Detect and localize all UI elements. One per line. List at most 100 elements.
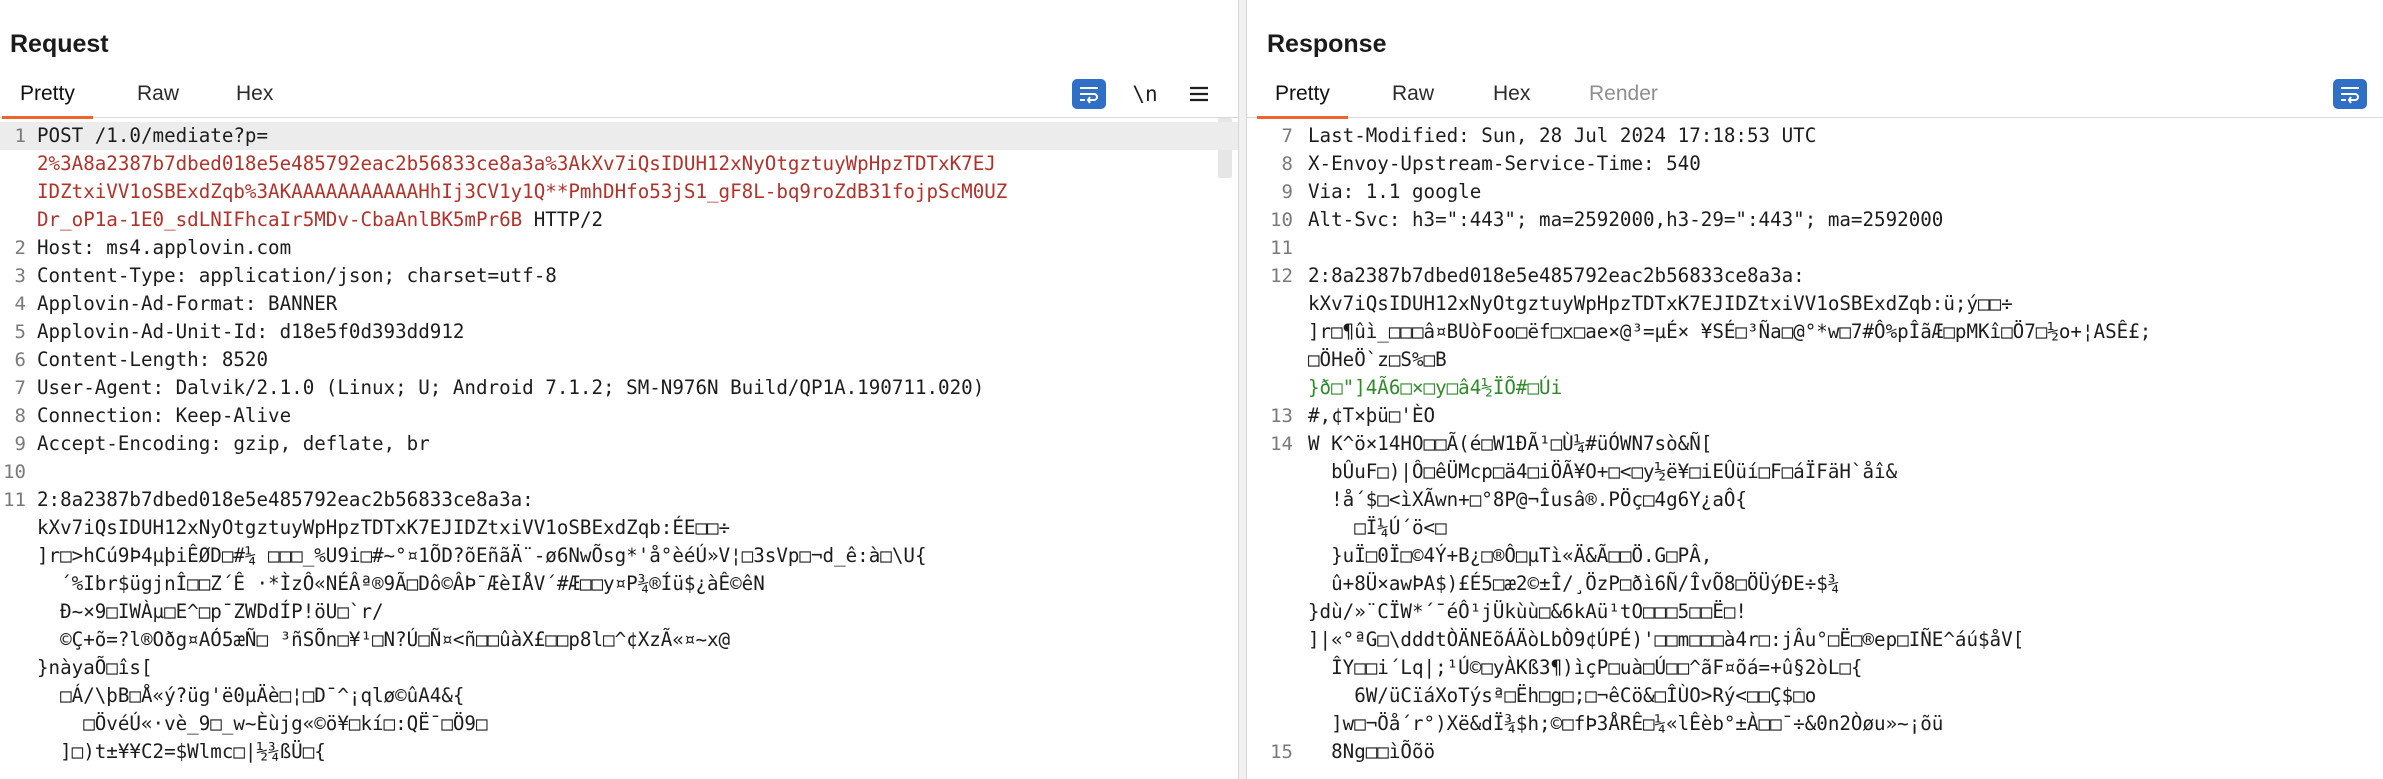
response-tabs: Pretty Raw Hex Render xyxy=(1247,78,2383,119)
code-text: POST /1.0/mediate?p= xyxy=(37,124,269,147)
code-text: }dù/»¨CÏW*´¯éÔ¹jÜkùù□&6kAü¹tO□□□5□□Ë□! xyxy=(1308,600,1747,623)
line-number: 15 xyxy=(1270,741,1293,763)
code-line: ]|«°ªG□\dddtÒÄNEõÁÄòLbÒ9¢ÚPÉ)'□□m□□□à4r□… xyxy=(1247,626,2383,654)
code-text: ÎY□□i´Lq|;¹Ú©□yÀKß3¶)ìçP□uà□Ú□□^ãF¤õá=+û… xyxy=(1308,656,1863,679)
code-line: 5 Applovin-Ad-Unit-Id: d18e5f0d393dd912 xyxy=(0,318,1238,346)
code-text: □Ï¼Ú´ö<□ xyxy=(1308,516,1447,539)
hamburger-menu-icon[interactable] xyxy=(1182,79,1216,109)
code-line: }nàyaÕ□îs[ xyxy=(0,654,1238,682)
code-text: 8Ng□□ìÕõö xyxy=(1308,740,1436,763)
code-text: W K^ö×14HO□□Ã(é□W1ÐÃ¹□Ù¼#üÓWN7sò&Ñ[ xyxy=(1308,432,1713,455)
code-text: Host: ms4.applovin.com xyxy=(37,236,292,259)
line-number: 8 xyxy=(1281,153,1293,175)
code-text: 6W/üCïáXoTýsª□Ëh□g□;□¬êCö&□ÎÙO>Rý<□□Ç$□o xyxy=(1308,684,1817,707)
code-line: 1 POST /1.0/mediate?p= xyxy=(0,122,1238,150)
code-line: kXv7iQsIDUH12xNyOtgztuyWpHpzTDTxK7EJIDZt… xyxy=(0,514,1238,542)
code-text: ]r□¶ûì_□□□â¤BUòFoo□ëf□x□ae×@³=µÉ× ¥SÉ□³Ñ… xyxy=(1308,320,2152,343)
request-pane: Request Pretty Raw Hex \n 1 POST /1.0/med… xyxy=(0,0,1238,779)
line-number: 12 xyxy=(1270,265,1293,287)
code-line: 4 Applovin-Ad-Format: BANNER xyxy=(0,290,1238,318)
code-line: ]r□¶ûì_□□□â¤BUòFoo□ëf□x□ae×@³=µÉ× ¥SÉ□³Ñ… xyxy=(1247,318,2383,346)
code-line: 2 Host: ms4.applovin.com xyxy=(0,234,1238,262)
code-line: 8 X-Envoy-Upstream-Service-Time: 540 xyxy=(1247,150,2383,178)
line-number: 10 xyxy=(3,461,26,483)
request-tabs: Pretty Raw Hex xyxy=(0,78,1238,119)
pane-divider[interactable] xyxy=(1238,0,1247,779)
code-line: 11 xyxy=(1247,234,2383,262)
code-text: □Á/\þB□Å«ý?üg'ë0µÄè□¦□D¯^¡qlø©ûA4&{ xyxy=(37,684,465,707)
response-editor[interactable]: 7 Last-Modified: Sun, 28 Jul 2024 17:18:5… xyxy=(1247,122,2383,779)
code-text: Alt-Svc: h3=":443"; ma=2592000,h3-29=":4… xyxy=(1308,208,1944,231)
code-text: ]□)t±¥¥C2=$Wlmc□|½¾ßÜ□{ xyxy=(37,740,326,763)
line-number: 8 xyxy=(14,405,26,427)
code-text: X-Envoy-Upstream-Service-Time: 540 xyxy=(1308,152,1701,175)
code-text: !å´$□<ìXÃwn+□°8P@¬Îusâ®.PÖç□4g6Y¿aÔ{ xyxy=(1308,488,1747,511)
response-tab-render[interactable]: Render xyxy=(1589,82,1658,118)
code-text: 2:8a2387b7dbed018e5e485792eac2b56833ce8a… xyxy=(37,488,534,511)
code-line: □ÖvéÚ«·vè_9□_w~Èùjg«©ö¥□kí□:QË¯□Ö9□ xyxy=(0,710,1238,738)
code-text: }nàyaÕ□îs[ xyxy=(37,656,153,679)
line-number: 13 xyxy=(1270,405,1293,427)
wrap-lines-icon[interactable] xyxy=(2333,79,2367,109)
code-line: 13 #,¢T×þü□'ÈO xyxy=(1247,402,2383,430)
code-line: ©Ç+õ=?l®Oðg¤AÓ5æÑ□ ³ñSÕn□¥¹□N?Ú□Ñ¤<ñ□□ûà… xyxy=(0,626,1238,654)
response-tab-hex[interactable]: Hex xyxy=(1493,82,1530,118)
code-line: 9 Via: 1.1 google xyxy=(1247,178,2383,206)
line-number: 3 xyxy=(14,265,26,287)
line-number: 10 xyxy=(1270,209,1293,231)
line-number: 7 xyxy=(14,377,26,399)
code-line: 15 8Ng□□ìÕõö xyxy=(1247,738,2383,766)
wrap-lines-icon[interactable] xyxy=(1072,79,1106,109)
code-line: û+8Ü×awÞA$)£É5□æ2©±Î/¸ÖzP□ðì6Ñ/ÎvÕ8□ÖÜýÐ… xyxy=(1247,570,2383,598)
code-text: }ð□"]4Ã6□×□y□â4½ÏÕ#□Úi xyxy=(1308,376,1563,399)
line-number: 4 xyxy=(14,293,26,315)
code-line: ]r□>hCú9Þ4µþiÊØD□#¼ □□□_%U9i□#~°¤1ÕD?õEñ… xyxy=(0,542,1238,570)
code-line: }uÏ□0Ï□©4Ý+B¿□®Ô□µTì«Ä&Ã□□Ö.G□PÂ, xyxy=(1247,542,2383,570)
code-text: Via: 1.1 google xyxy=(1308,180,1482,203)
response-title: Response xyxy=(1267,30,1387,58)
code-text: bÛuF□)|Ô□êÜMcp□ä4□iÖÃ¥O+□<□y½ë¥□iEÛüí□F□… xyxy=(1308,460,1898,483)
response-tab-raw[interactable]: Raw xyxy=(1392,82,1434,118)
code-line: !å´$□<ìXÃwn+□°8P@¬Îusâ®.PÖç□4g6Y¿aÔ{ xyxy=(1247,486,2383,514)
code-text: Applovin-Ad-Format: BANNER xyxy=(37,292,338,315)
code-line: 10 Alt-Svc: h3=":443"; ma=2592000,h3-29="… xyxy=(1247,206,2383,234)
code-text: ´%Ibr$ügjnÎ□□Z´Ê ·*ÌzÔ«NÉÂª®9Ã□Dô©ÂÞ¯ÆèI… xyxy=(37,572,765,595)
request-tab-hex[interactable]: Hex xyxy=(236,82,273,118)
code-line: 10 xyxy=(0,458,1238,486)
code-line: 8 Connection: Keep-Alive xyxy=(0,402,1238,430)
code-text: Dr_oP1a-1E0_sdLNIFhcaIr5MDv-CbaAnlBK5mPr… xyxy=(37,208,604,231)
code-line: 3 Content-Type: application/json; charset… xyxy=(0,262,1238,290)
code-line: 14 W K^ö×14HO□□Ã(é□W1ÐÃ¹□Ù¼#üÓWN7sò&Ñ[ xyxy=(1247,430,2383,458)
request-editor[interactable]: 1 POST /1.0/mediate?p= 2%3A8a2387b7dbed018… xyxy=(0,122,1238,779)
code-text: #,¢T×þü□'ÈO xyxy=(1308,404,1436,427)
code-text: Last-Modified: Sun, 28 Jul 2024 17:18:53… xyxy=(1308,124,1817,147)
response-tab-pretty[interactable]: Pretty xyxy=(1257,82,1348,119)
code-line: ´%Ibr$ügjnÎ□□Z´Ê ·*ÌzÔ«NÉÂª®9Ã□Dô©ÂÞ¯ÆèI… xyxy=(0,570,1238,598)
code-text: }uÏ□0Ï□©4Ý+B¿□®Ô□µTì«Ä&Ã□□Ö.G□PÂ, xyxy=(1308,544,1713,567)
line-number: 11 xyxy=(1270,237,1293,259)
request-tab-pretty[interactable]: Pretty xyxy=(2,82,93,119)
code-line: ]□)t±¥¥C2=$Wlmc□|½¾ßÜ□{ xyxy=(0,738,1238,766)
code-text: Ð~×9□IWÀµ□E^□p¯ZWDdÍP!öU□`r/ xyxy=(37,600,384,623)
line-number: 1 xyxy=(14,125,26,147)
code-line: 6 Content-Length: 8520 xyxy=(0,346,1238,374)
code-text: Content-Type: application/json; charset=… xyxy=(37,264,557,287)
code-text: Content-Length: 8520 xyxy=(37,348,269,371)
code-text: User-Agent: Dalvik/2.1.0 (Linux; U; Andr… xyxy=(37,376,985,399)
code-line: }dù/»¨CÏW*´¯éÔ¹jÜkùù□&6kAü¹tO□□□5□□Ë□! xyxy=(1247,598,2383,626)
code-line: 7 User-Agent: Dalvik/2.1.0 (Linux; U; And… xyxy=(0,374,1238,402)
code-line: kXv7iQsIDUH12xNyOtgztuyWpHpzTDTxK7EJIDZt… xyxy=(1247,290,2383,318)
code-text: 2%3A8a2387b7dbed018e5e485792eac2b56833ce… xyxy=(37,152,996,175)
request-tab-raw[interactable]: Raw xyxy=(137,82,179,118)
code-text: Applovin-Ad-Unit-Id: d18e5f0d393dd912 xyxy=(37,320,465,343)
code-text: kXv7iQsIDUH12xNyOtgztuyWpHpzTDTxK7EJIDZt… xyxy=(37,516,731,539)
code-line: Ð~×9□IWÀµ□E^□p¯ZWDdÍP!öU□`r/ xyxy=(0,598,1238,626)
show-newlines-icon[interactable]: \n xyxy=(1128,79,1162,109)
code-text: Connection: Keep-Alive xyxy=(37,404,292,427)
code-text: ©Ç+õ=?l®Oðg¤AÓ5æÑ□ ³ñSÕn□¥¹□N?Ú□Ñ¤<ñ□□ûà… xyxy=(37,628,731,651)
code-line: 11 2:8a2387b7dbed018e5e485792eac2b56833ce… xyxy=(0,486,1238,514)
code-text: 2:8a2387b7dbed018e5e485792eac2b56833ce8a… xyxy=(1308,264,1805,287)
code-text: ]|«°ªG□\dddtÒÄNEõÁÄòLbÒ9¢ÚPÉ)'□□m□□□à4r□… xyxy=(1308,628,2025,651)
line-number: 11 xyxy=(3,489,26,511)
code-line: 6W/üCïáXoTýsª□Ëh□g□;□¬êCö&□ÎÙO>Rý<□□Ç$□o xyxy=(1247,682,2383,710)
